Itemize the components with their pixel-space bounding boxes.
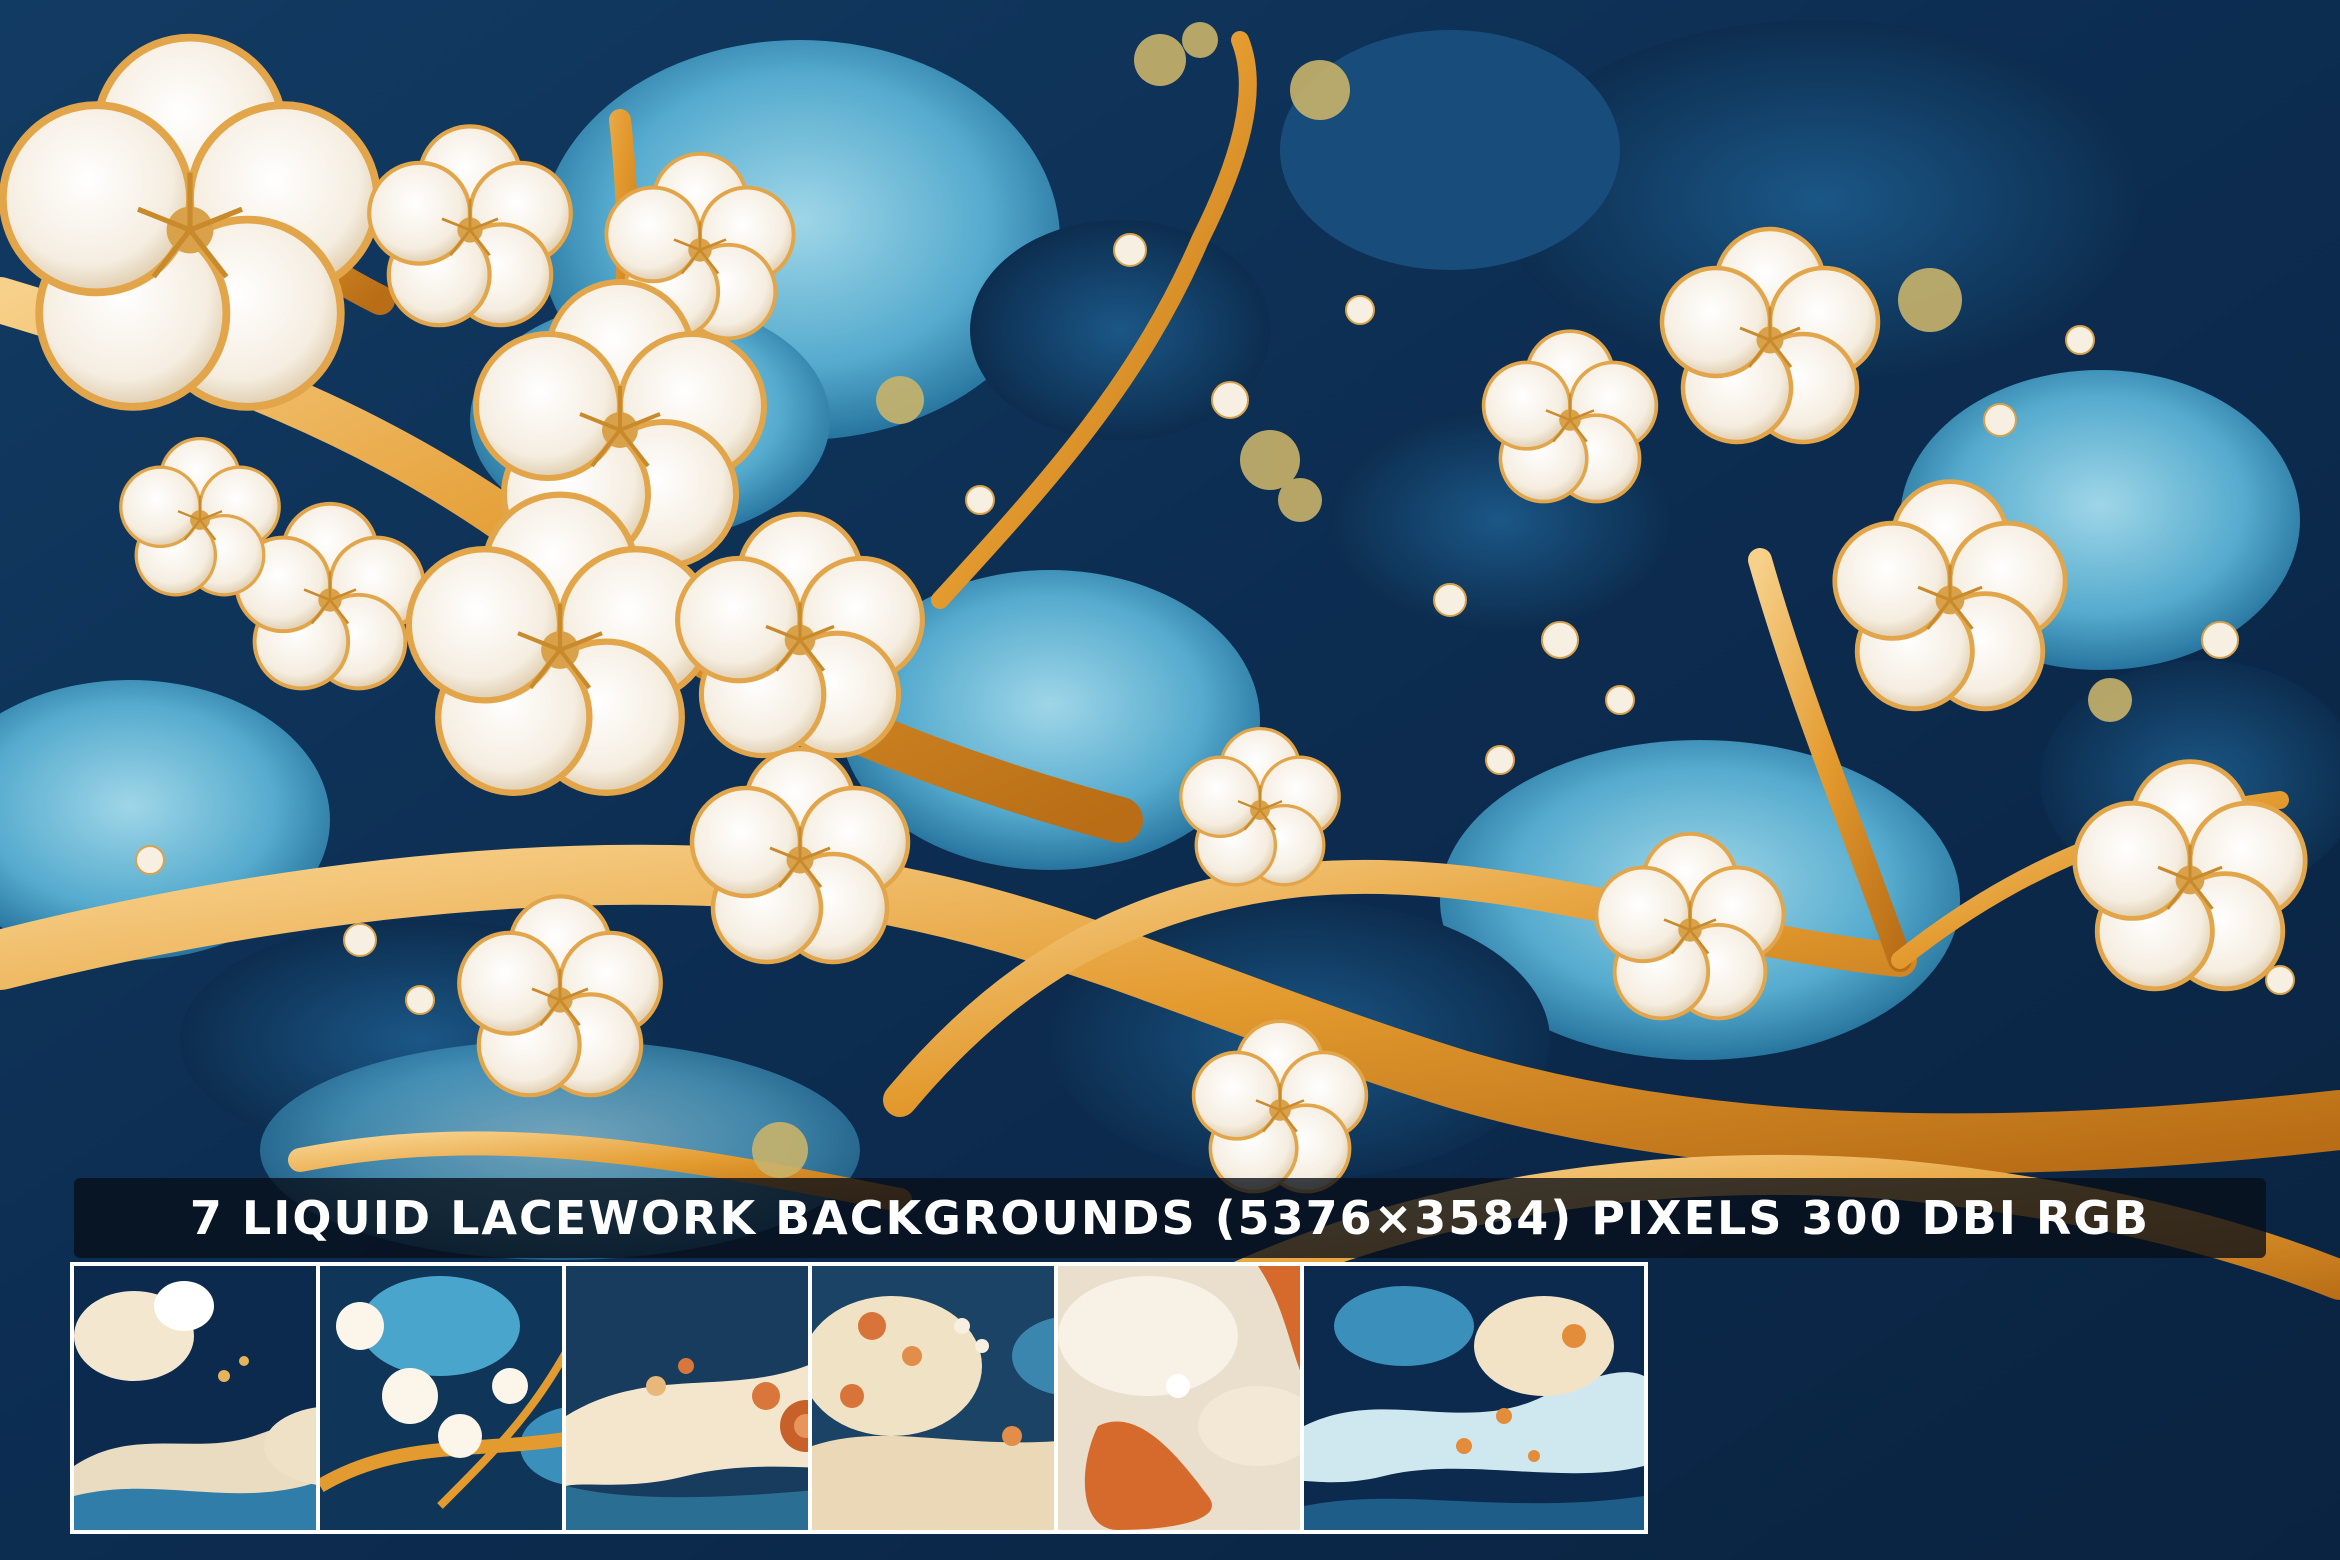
thumbnail-6[interactable] xyxy=(1300,1262,1648,1534)
thumbnail-strip xyxy=(70,1262,2270,1540)
banner-title: 7 LIQUID LACEWORK BACKGROUNDS (5376×3584… xyxy=(189,1191,2151,1245)
title-banner: 7 LIQUID LACEWORK BACKGROUNDS (5376×3584… xyxy=(74,1178,2266,1258)
preview-canvas: 7 LIQUID LACEWORK BACKGROUNDS (5376×3584… xyxy=(0,0,2340,1560)
